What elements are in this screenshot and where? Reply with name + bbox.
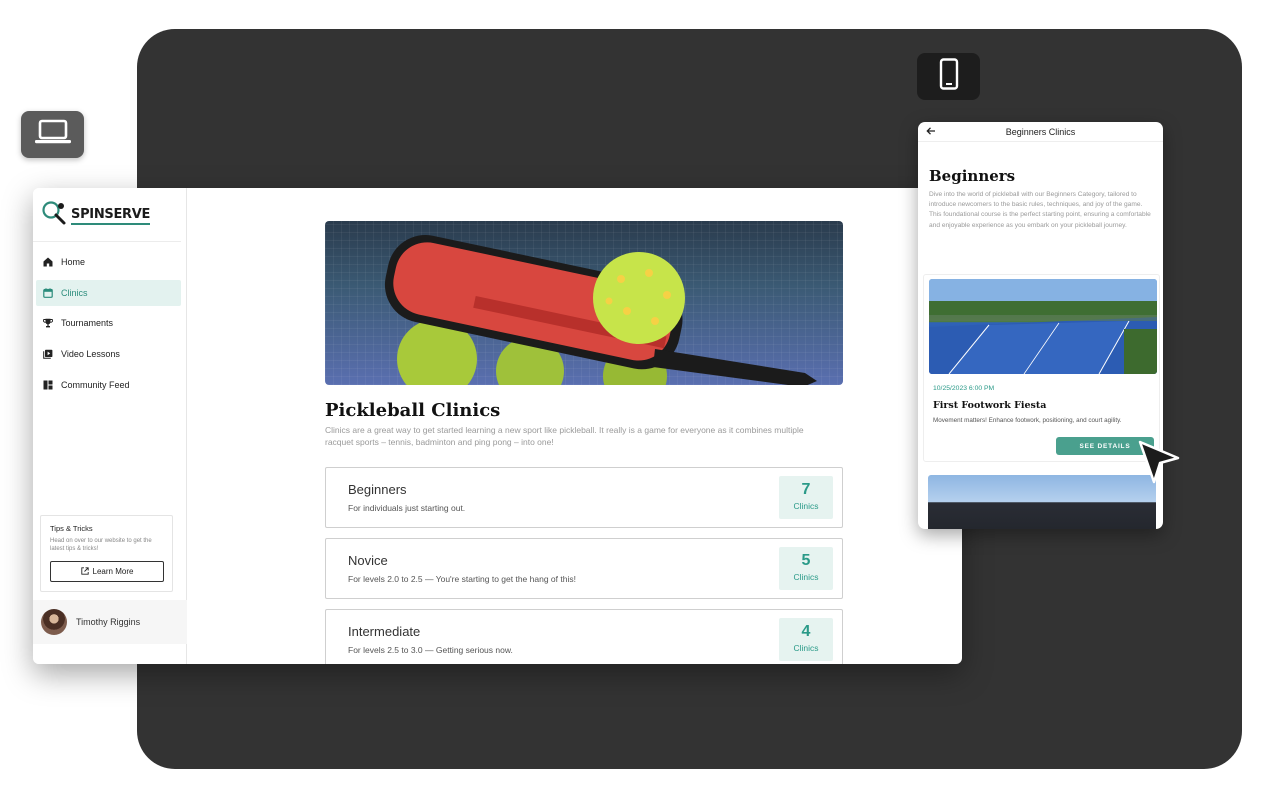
video-library-icon — [42, 349, 53, 360]
event-description: Movement matters! Enhance footwork, posi… — [933, 417, 1122, 424]
clinic-count: 5 — [801, 551, 811, 569]
category-subtitle: For individuals just starting out. — [348, 502, 466, 513]
mobile-header-title: Beginners Clinics — [1005, 126, 1076, 137]
category-card-beginners[interactable]: Beginners For individuals just starting … — [325, 466, 843, 528]
event-photo — [929, 279, 1157, 374]
avatar — [41, 609, 67, 635]
arrow-left-icon[interactable] — [926, 126, 936, 139]
page-title: Pickleball Clinics — [325, 400, 501, 421]
category-card-novice[interactable]: Novice For levels 2.0 to 2.5 — You're st… — [325, 537, 843, 599]
external-link-icon — [80, 566, 89, 577]
event-title: First Footwork Fiesta — [933, 400, 1047, 411]
user-profile[interactable]: Timothy Riggins — [33, 600, 187, 644]
cursor-pointer-icon — [1136, 438, 1180, 489]
brand-name: SPINSERVE — [71, 207, 150, 225]
category-name: Intermediate — [348, 623, 421, 639]
laptop-icon — [34, 117, 72, 152]
event-photo-next — [928, 475, 1156, 529]
event-date: 10/25/2023 6:00 PM — [933, 385, 995, 392]
category-card-intermediate[interactable]: Intermediate For levels 2.5 to 3.0 — Get… — [325, 608, 843, 664]
calendar-icon — [42, 287, 53, 298]
clinic-count-label: Clinics — [793, 571, 819, 582]
hero-image — [325, 221, 843, 385]
learn-more-label: Learn More — [92, 567, 134, 576]
sidebar-item-label: Community Feed — [61, 379, 130, 390]
category-name: Novice — [348, 552, 388, 568]
sidebar-nav: Home Clinics Tournaments Video Lessons C… — [36, 249, 181, 402]
mobile-heading: Beginners — [929, 167, 1016, 185]
clinic-count: 7 — [801, 480, 811, 498]
category-name: Beginners — [348, 481, 407, 497]
logo-divider — [33, 241, 181, 242]
clinic-count-badge: 7 Clinics — [779, 475, 833, 519]
tips-text: Head on over to our website to get the l… — [50, 538, 152, 553]
mobile-header: Beginners Clinics — [918, 122, 1163, 142]
home-icon — [42, 257, 53, 268]
sidebar-item-label: Home — [61, 257, 86, 267]
tips-title: Tips & Tricks — [50, 524, 93, 533]
laptop-badge — [21, 111, 84, 158]
sidebar: SPINSERVE Home Clinics Tournaments Video… — [33, 188, 187, 664]
desktop-window: SPINSERVE Home Clinics Tournaments Video… — [33, 188, 962, 664]
clinic-count-badge: 4 Clinics — [779, 617, 833, 661]
event-card[interactable]: 10/25/2023 6:00 PM First Footwork Fiesta… — [923, 274, 1160, 462]
mobile-description: Dive into the world of pickleball with o… — [929, 191, 1151, 229]
smartphone-icon — [939, 58, 959, 95]
clinic-count: 4 — [801, 622, 811, 640]
clinic-count-label: Clinics — [793, 642, 819, 653]
sidebar-item-clinics[interactable]: Clinics — [36, 279, 181, 306]
trophy-icon — [42, 318, 53, 329]
sidebar-item-tournaments[interactable]: Tournaments — [36, 310, 181, 336]
sidebar-item-video-lessons[interactable]: Video Lessons — [36, 341, 181, 367]
paddle-logo-icon — [41, 200, 67, 231]
page-description: Clinics are a great way to get started l… — [325, 425, 804, 447]
main-content: Pickleball Clinics Clinics are a great w… — [325, 221, 843, 664]
clinic-count-badge: 5 Clinics — [779, 546, 833, 590]
clinic-count-label: Clinics — [793, 500, 819, 511]
sidebar-item-label: Tournaments — [61, 318, 114, 329]
sidebar-item-home[interactable]: Home — [36, 249, 181, 275]
tips-card: Tips & Tricks Head on over to our websit… — [40, 515, 173, 592]
sidebar-item-label: Video Lessons — [61, 349, 120, 360]
phone-badge — [917, 53, 980, 100]
showcase-stage: SPINSERVE Home Clinics Tournaments Video… — [0, 0, 1263, 798]
brand-logo[interactable]: SPINSERVE — [41, 200, 150, 231]
sidebar-item-community-feed[interactable]: Community Feed — [36, 372, 181, 398]
dashboard-icon — [42, 379, 53, 390]
user-name: Timothy Riggins — [76, 617, 141, 627]
category-subtitle: For levels 2.0 to 2.5 — You're starting … — [348, 573, 576, 584]
sidebar-item-label: Clinics — [61, 287, 88, 298]
mobile-window: Beginners Clinics Beginners Dive into th… — [918, 122, 1163, 529]
category-subtitle: For levels 2.5 to 3.0 — Getting serious … — [348, 644, 513, 655]
learn-more-button[interactable]: Learn More — [50, 561, 164, 582]
